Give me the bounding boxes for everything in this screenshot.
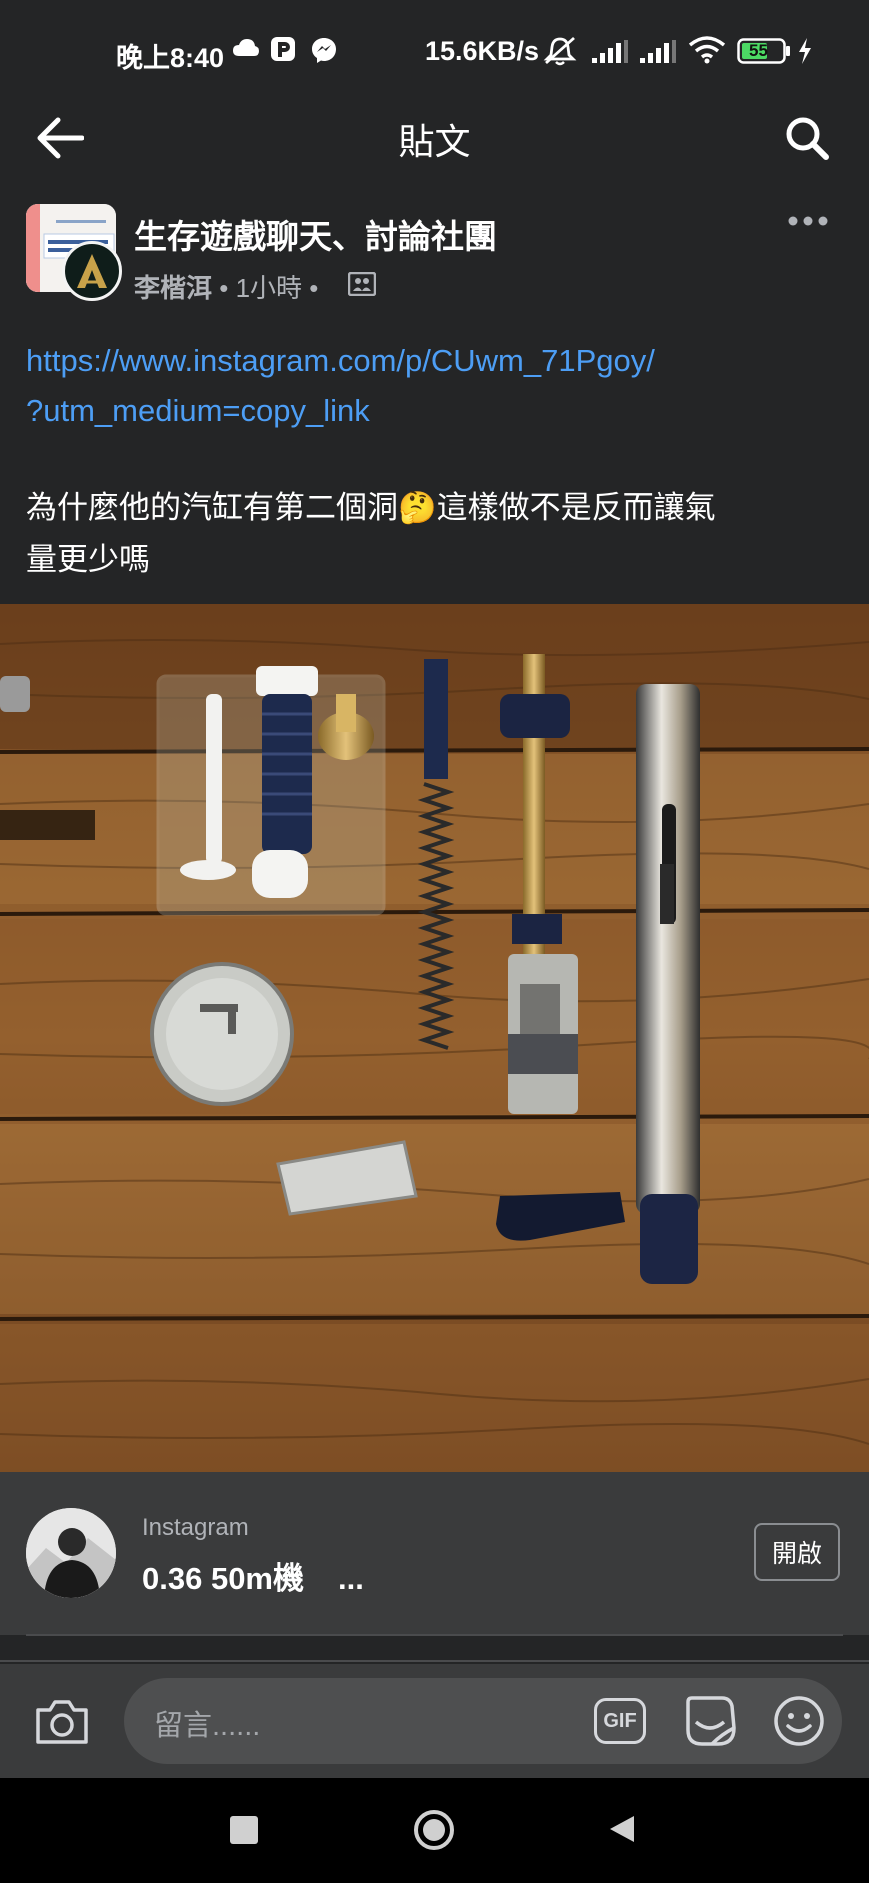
recents-square-icon[interactable] [230,1816,258,1844]
link-title[interactable]: 0.36 50m機... [142,1553,364,1598]
divider [0,1660,869,1662]
open-link-button[interactable]: 開啟 [754,1523,840,1581]
group-emblem-avatar[interactable] [62,241,122,301]
post-text-line2: 量更少嗎 [26,542,150,577]
camera-icon[interactable] [34,1698,90,1751]
mute-icon [543,36,577,71]
cloud-icon [232,38,260,63]
instagram-account-avatar[interactable] [26,1508,116,1598]
back-triangle-icon[interactable] [608,1814,636,1849]
emoji-icon[interactable] [772,1694,826,1753]
wifi-icon [688,36,726,69]
post-photo[interactable] [0,604,869,1472]
comment-placeholder: 留言...... [154,1710,261,1742]
page-title: 貼文 [398,121,471,162]
post-link[interactable]: https://www.instagram.com/p/CUwm_71Pgoy/… [26,336,655,436]
post-time[interactable]: 1小時 [236,273,302,303]
author-name[interactable]: 李楷洱 [134,273,212,303]
sticker-icon[interactable] [682,1694,738,1753]
post-text: 為什麼他的汽缸有第二個洞🤔這樣做不是反而讓氣 量更少嗎 [26,482,716,586]
charging-icon [797,38,813,69]
more-options-icon[interactable] [788,214,828,232]
group-name[interactable]: 生存遊戲聊天、討論社團 [134,210,497,258]
post-text-line1: 為什麼他的汽缸有第二個洞🤔這樣做不是反而讓氣 [26,490,716,525]
thinking-face-emoji: 🤔 [398,490,437,525]
title-ellipsis: ... [338,1561,364,1596]
post-link-line2[interactable]: ?utm_medium=copy_link [26,386,655,436]
post-meta: 李楷洱 • 1小時 • [134,268,318,305]
messenger-icon [310,36,338,69]
home-circle-icon[interactable] [414,1810,454,1850]
meta-separator: • [219,273,229,303]
link-preview-card[interactable] [0,1472,869,1635]
search-icon[interactable] [783,114,831,167]
post-link-line1[interactable]: https://www.instagram.com/p/CUwm_71Pgoy/ [26,336,655,386]
meta-separator: • [309,273,319,303]
signal-icon [592,40,628,69]
gif-button[interactable]: GIF [594,1698,646,1744]
signal-icon [640,40,676,69]
status-time: 晚上8:40 [116,43,225,73]
divider [26,1634,843,1636]
group-privacy-icon [347,271,377,301]
link-source: Instagram [142,1514,249,1541]
battery-level: 55 [749,41,768,60]
network-speed: 15.6KB/s [425,36,540,66]
p-app-icon [270,36,296,67]
